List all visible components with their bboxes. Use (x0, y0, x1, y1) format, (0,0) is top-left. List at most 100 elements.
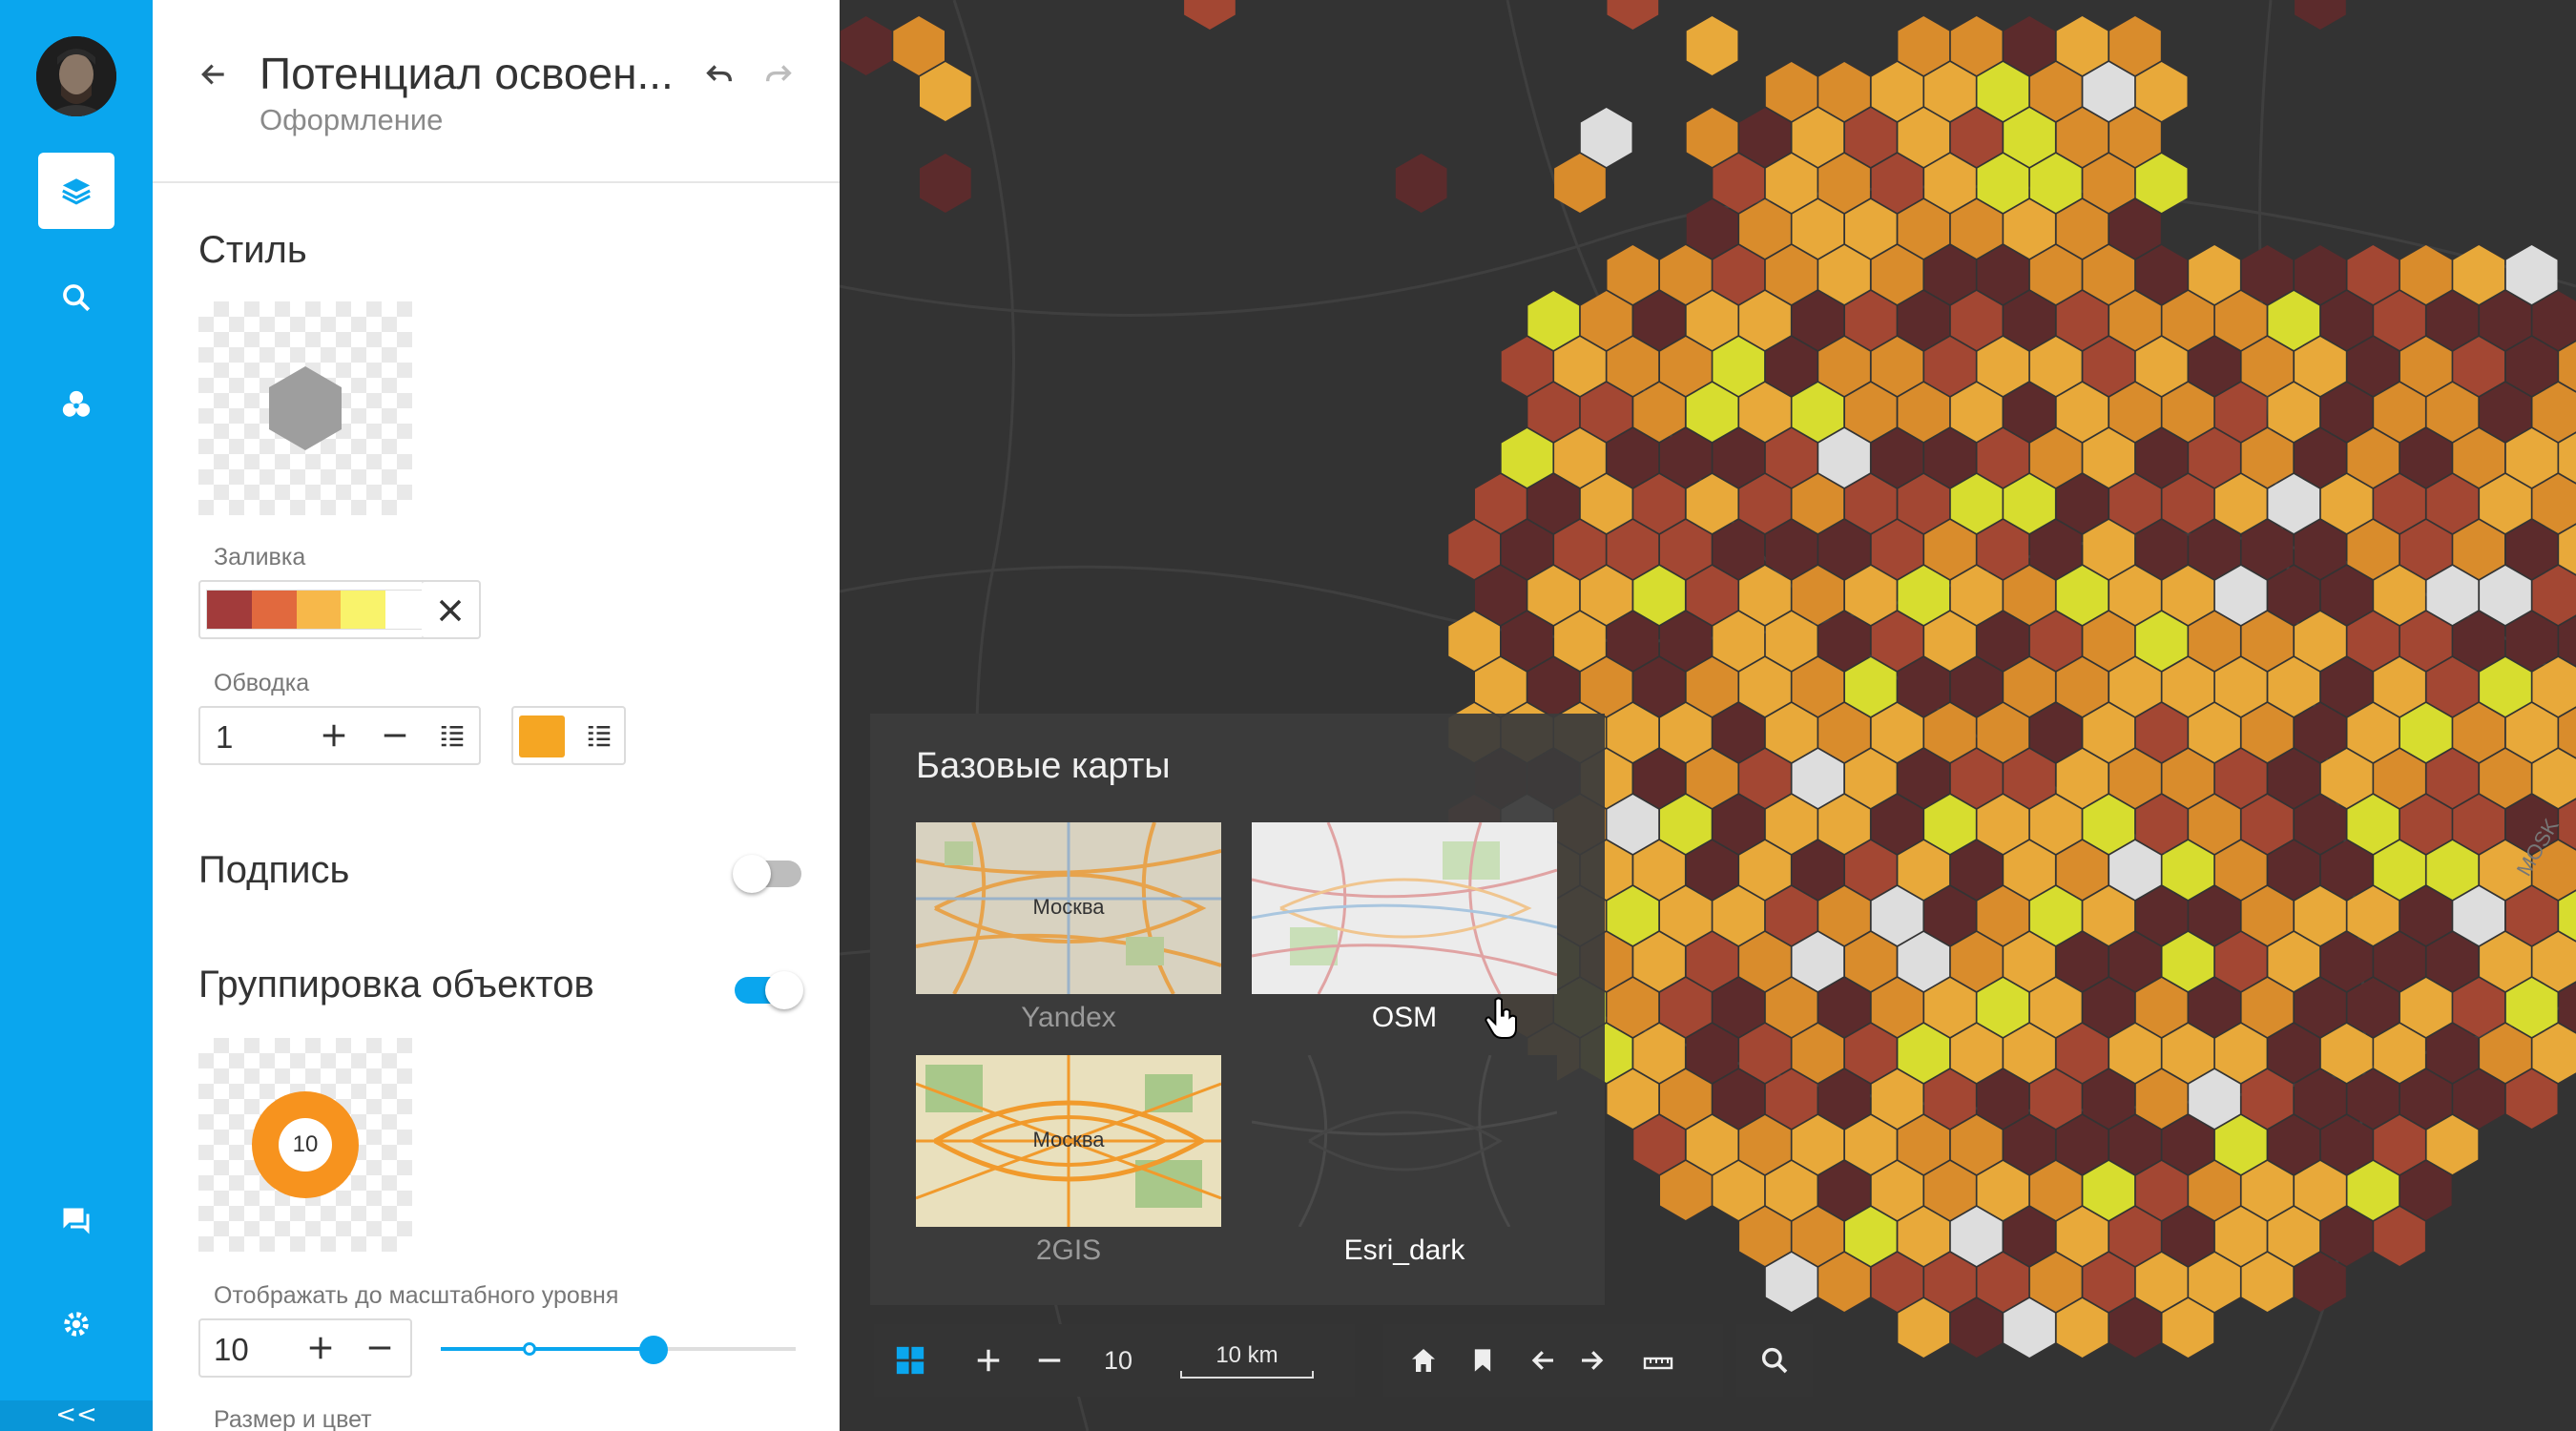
chat-button[interactable] (38, 1183, 114, 1259)
hex-cell (2399, 520, 2452, 579)
hex-cell (1739, 383, 1791, 442)
hex-cell (1898, 16, 1950, 75)
hex-cell (1713, 245, 1765, 304)
hex-cell (2399, 703, 2452, 762)
hex-cell (1686, 291, 1738, 350)
redo-button[interactable] (759, 55, 798, 93)
grouping-toggle[interactable] (729, 969, 809, 1011)
hex-cell (1845, 199, 1897, 259)
hex-cell (1395, 154, 1447, 213)
search-button[interactable] (38, 259, 114, 336)
hex-cell (2374, 657, 2425, 716)
hex-cell (1845, 291, 1897, 350)
collapse-rail-button[interactable]: << (0, 1400, 153, 1431)
hex-cell (1765, 1161, 1818, 1220)
hex-cell (2505, 886, 2558, 945)
osm-map-preview (1252, 822, 1557, 994)
analysis-button[interactable] (38, 366, 114, 443)
hex-cell (1633, 932, 1685, 991)
hex-cell (2399, 978, 2452, 1037)
bookmark-icon (1474, 1349, 1491, 1372)
hex-cell (2295, 886, 2346, 945)
basemap-2gis-label[interactable]: 2GIS (916, 1234, 1221, 1267)
hex-cell (1527, 474, 1580, 533)
hex-cell (2109, 383, 2161, 442)
previous-extent-button[interactable] (1519, 1324, 1568, 1397)
home-button[interactable] (1397, 1324, 1450, 1397)
label-toggle[interactable] (733, 853, 809, 895)
hex-cell (2480, 657, 2531, 716)
stroke-color-options-button[interactable] (572, 708, 626, 763)
zoom-level-stepper[interactable]: 10 (198, 1318, 412, 1378)
hex-cell (1898, 1207, 1950, 1266)
hex-cell (1871, 795, 1923, 854)
zoom-level-slider[interactable] (441, 1332, 796, 1366)
hex-cell (2162, 383, 2214, 442)
hex-cell (1977, 1161, 2029, 1220)
hex-cell (2004, 383, 2055, 442)
hex-cell (1713, 886, 1765, 945)
basemap-yandex-tile[interactable]: Москва (916, 822, 1221, 994)
basemap-esri-dark-tile[interactable] (1252, 1055, 1557, 1227)
stroke-width-options-button[interactable] (426, 708, 479, 763)
stroke-increase-button[interactable] (305, 708, 363, 763)
undo-button[interactable] (700, 55, 738, 93)
user-avatar[interactable] (36, 36, 116, 116)
zoom-out-button[interactable] (1021, 1324, 1078, 1397)
zoom-level-value[interactable]: 10 (214, 1332, 249, 1368)
stroke-color-picker[interactable] (511, 706, 626, 765)
basemap-esri-dark-label[interactable]: Esri_dark (1252, 1234, 1557, 1267)
hex-cell (1765, 154, 1818, 213)
hex-cell (2214, 474, 2267, 533)
zoom-level-decrease-button[interactable] (351, 1320, 408, 1376)
hex-cell (1527, 566, 1580, 625)
fill-color-ramp[interactable] (198, 580, 443, 639)
hex-cell (1713, 337, 1765, 396)
basemap-yandex-label[interactable]: Yandex (916, 1002, 1221, 1034)
scale-bar-line (1180, 1371, 1314, 1379)
hex-cell (2295, 703, 2346, 762)
scale-bar: 10 km (1175, 1324, 1319, 1397)
measure-button[interactable] (1631, 1324, 1685, 1397)
hex-cell (2004, 566, 2055, 625)
stroke-width-stepper[interactable]: 1 (198, 706, 481, 765)
basemaps-toggle-button[interactable] (874, 1324, 946, 1397)
hex-cell (1871, 612, 1923, 671)
hex-cell (1607, 795, 1659, 854)
hex-cell (1818, 428, 1870, 487)
clear-fill-button[interactable] (422, 580, 481, 639)
stroke-width-value[interactable]: 1 (216, 719, 233, 756)
hex-cell (1845, 749, 1897, 808)
hex-cell (2399, 245, 2452, 304)
hex-cell (1792, 383, 1844, 442)
panel-subtitle: Оформление (260, 103, 444, 136)
hex-cell (2135, 1253, 2188, 1312)
bookmark-button[interactable] (1456, 1324, 1509, 1397)
basemap-osm-tile[interactable] (1252, 822, 1557, 994)
map-toolbar-nav (1383, 1324, 1723, 1397)
layers-button[interactable] (38, 153, 114, 229)
zoom-in-button[interactable] (960, 1324, 1017, 1397)
map-view[interactable]: MOSK Базовые карты Москва Yandex OSM Мос… (840, 0, 2576, 1431)
hex-cell (2214, 657, 2267, 716)
layers-icon (62, 178, 91, 205)
hex-cell (2480, 474, 2531, 533)
hex-cell (1660, 520, 1712, 579)
slider-thumb[interactable] (639, 1336, 669, 1364)
hex-cell (1818, 795, 1870, 854)
hex-cell (1845, 1115, 1897, 1174)
zoom-level-increase-button[interactable] (292, 1320, 349, 1376)
hex-cell (2214, 1207, 2267, 1266)
next-extent-button[interactable] (1567, 1324, 1616, 1397)
hex-cell (2320, 474, 2373, 533)
stroke-decrease-button[interactable] (366, 708, 424, 763)
back-button[interactable] (195, 55, 233, 93)
hex-cell (1792, 199, 1844, 259)
home-icon (1412, 1349, 1435, 1372)
map-search-button[interactable] (1736, 1324, 1813, 1397)
hex-cell (1580, 291, 1632, 350)
basemap-2gis-tile[interactable]: Москва (916, 1055, 1221, 1227)
hex-cell (2004, 657, 2055, 716)
settings-button[interactable] (38, 1286, 114, 1362)
hex-cell (1686, 108, 1738, 167)
